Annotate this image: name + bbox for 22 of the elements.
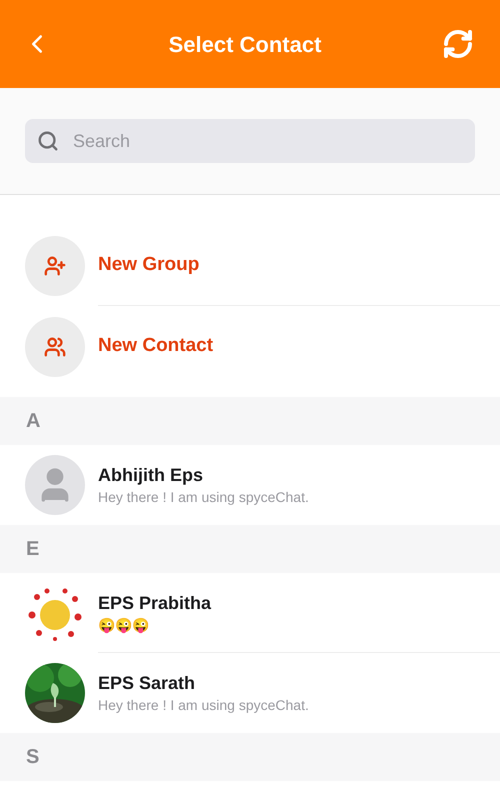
- action-item[interactable]: New Group: [0, 225, 500, 306]
- contact-status: Hey there ! I am using spyceChat.: [98, 488, 310, 507]
- search-icon: [37, 130, 59, 152]
- contact-item[interactable]: Abhijith Eps Hey there ! I am using spyceChat.: [0, 445, 500, 525]
- section-letter: A: [26, 409, 40, 434]
- contact-status: Hey there ! I am using spyceChat.: [98, 696, 310, 715]
- contact-item[interactable]: EPS Sarath Hey there ! I am using spyceChat.: [0, 653, 500, 733]
- section-letter: S: [26, 745, 40, 770]
- contact-name: Abhijith Eps: [98, 464, 204, 487]
- search-field[interactable]: Search: [25, 119, 475, 163]
- contact-item[interactable]: EPS Prabitha 😜😜😜: [0, 573, 500, 653]
- contact-name: EPS Sarath: [98, 672, 196, 695]
- screen-title: Select Contact: [168, 30, 322, 58]
- action-label: New Contact: [98, 334, 214, 358]
- people-icon: [44, 336, 66, 358]
- add-person-icon: [44, 254, 66, 276]
- contact-status: 😜😜😜: [98, 616, 150, 634]
- contact-name: EPS Prabitha: [98, 592, 212, 614]
- action-label: New Group: [98, 252, 200, 277]
- section-letter: E: [26, 537, 40, 562]
- refresh-icon: [442, 28, 474, 60]
- action-item[interactable]: New Contact: [0, 306, 500, 387]
